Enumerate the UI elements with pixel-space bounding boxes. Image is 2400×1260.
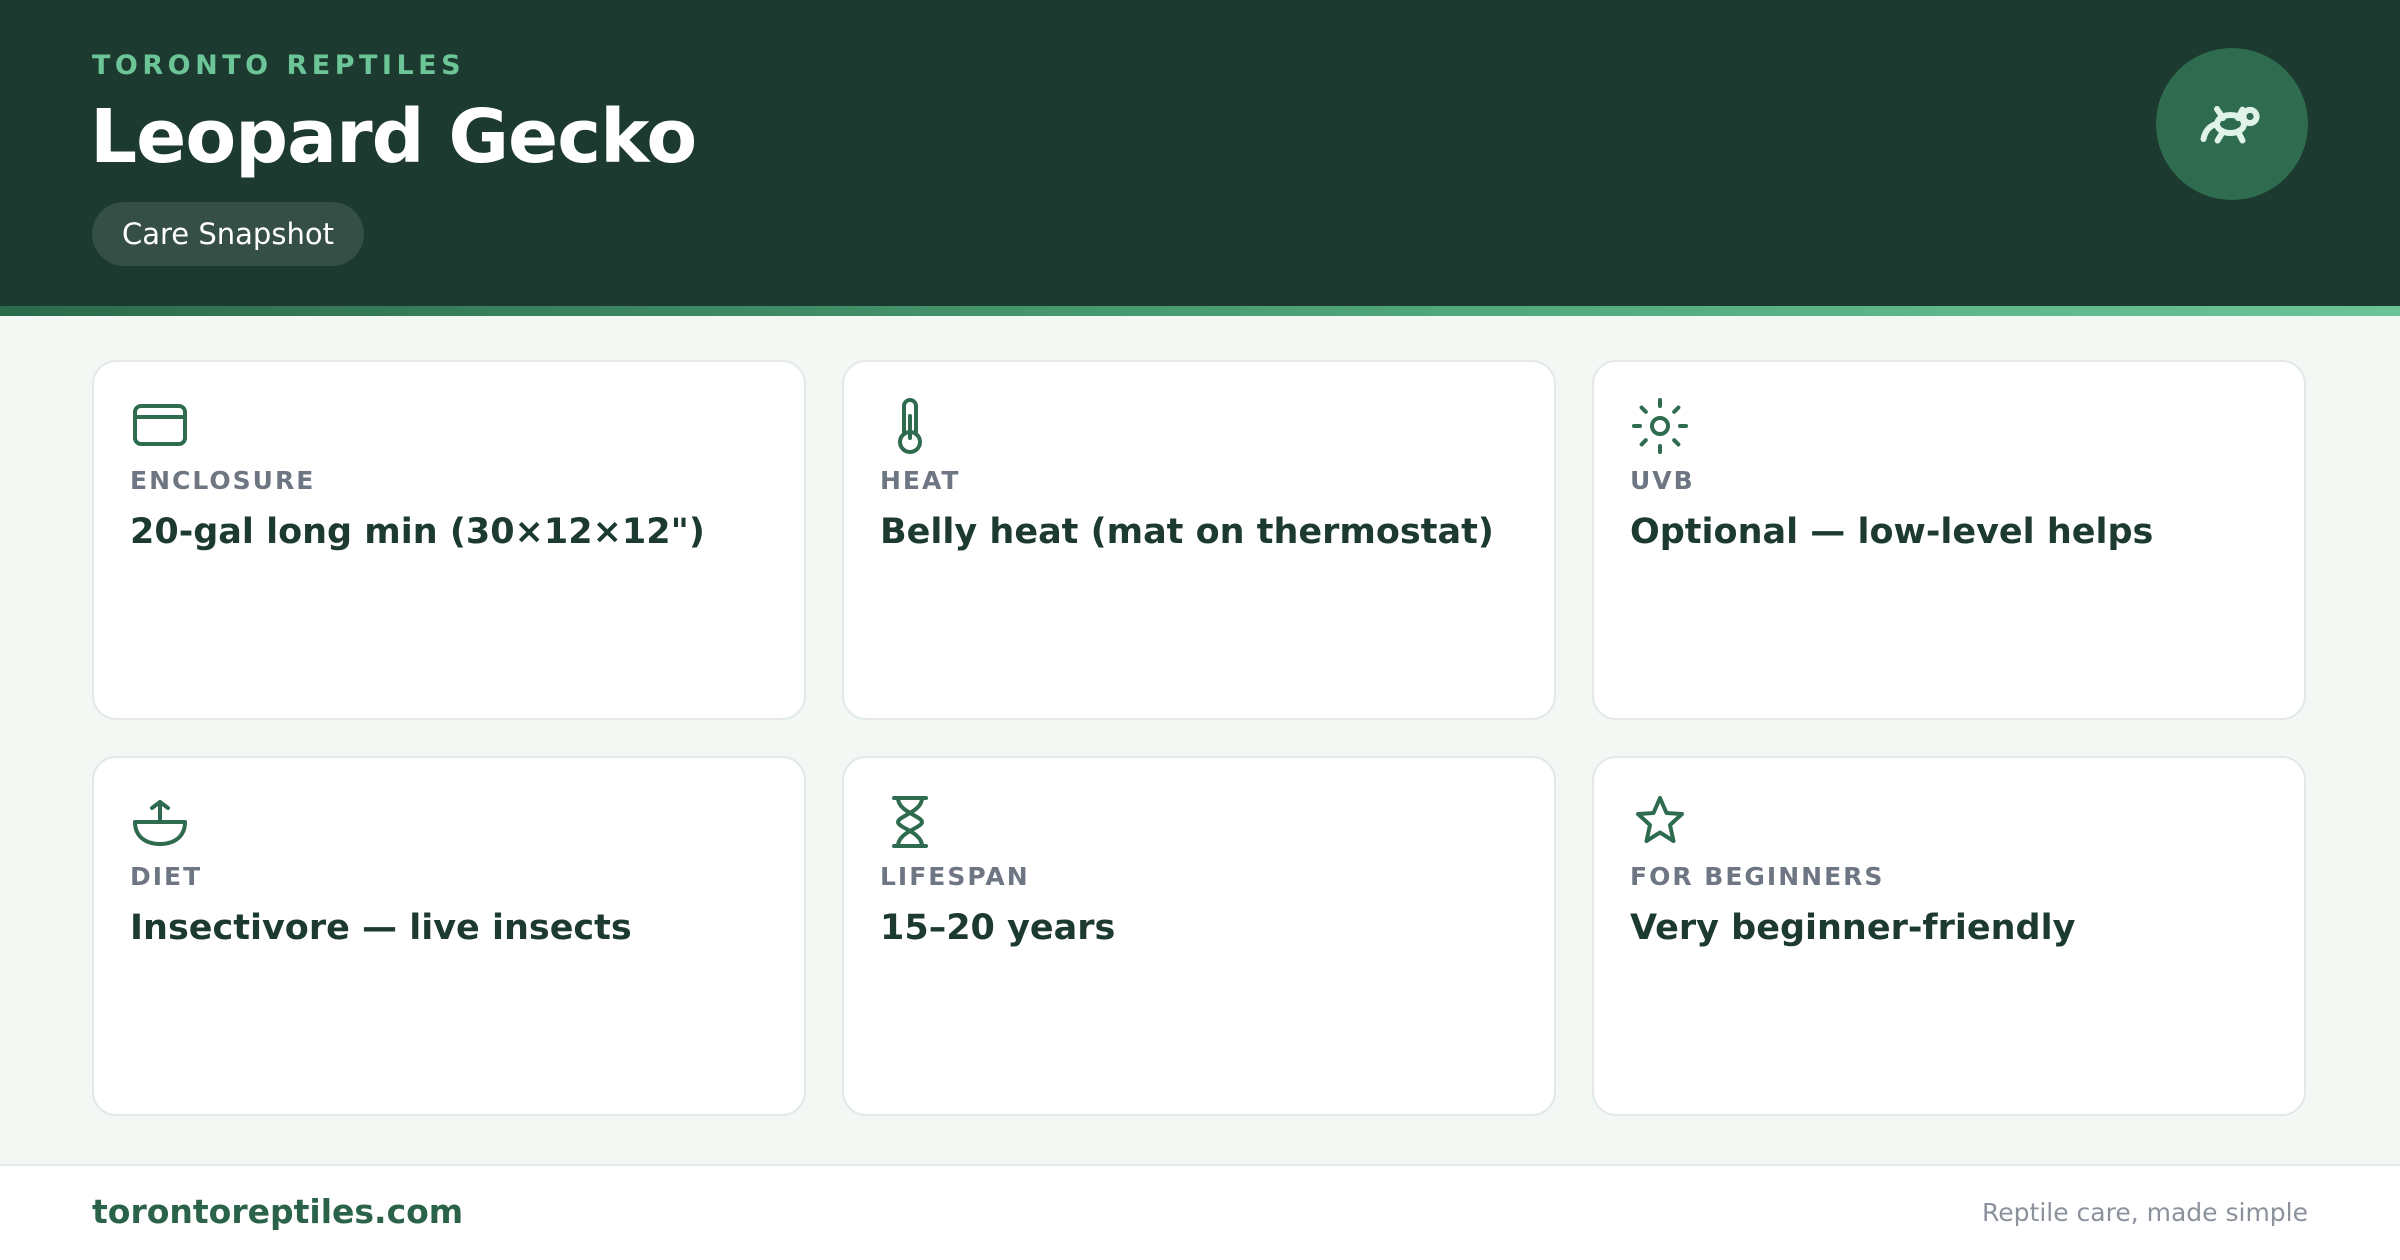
gecko-icon bbox=[2200, 106, 2260, 144]
card-label: UVB bbox=[1630, 466, 1695, 495]
card-uvb: UVB Optional — low-level helps bbox=[1592, 360, 2306, 720]
card-value: 15–20 years bbox=[880, 908, 1116, 948]
header-accent-stripe bbox=[0, 306, 2400, 316]
care-snapshot-badge: Care Snapshot bbox=[92, 202, 364, 266]
page-footer: torontoreptiles.com Reptile care, made s… bbox=[0, 1164, 2400, 1260]
card-label: LIFESPAN bbox=[880, 862, 1030, 891]
footer-tagline: Reptile care, made simple bbox=[1982, 1198, 2308, 1227]
card-value: 20-gal long min (30×12×12") bbox=[130, 512, 705, 552]
page-header: TORONTO REPTILES Leopard Gecko Care Snap… bbox=[0, 0, 2400, 306]
brand-name: TORONTO REPTILES bbox=[92, 50, 466, 81]
thermometer-icon bbox=[898, 398, 922, 454]
card-enclosure: ENCLOSURE 20-gal long min (30×12×12") bbox=[92, 360, 806, 720]
hourglass-icon bbox=[892, 796, 928, 848]
card-label: DIET bbox=[130, 862, 203, 891]
card-value: Optional — low-level helps bbox=[1630, 512, 2154, 552]
card-diet: DIET Insectivore — live insects bbox=[92, 756, 806, 1116]
card-label: FOR BEGINNERS bbox=[1630, 862, 1885, 891]
card-lifespan: LIFESPAN 15–20 years bbox=[842, 756, 1556, 1116]
enclosure-icon bbox=[133, 404, 187, 446]
card-for-beginners: FOR BEGINNERS Very beginner-friendly bbox=[1592, 756, 2306, 1116]
card-heat: HEAT Belly heat (mat on thermostat) bbox=[842, 360, 1556, 720]
card-label: ENCLOSURE bbox=[130, 466, 316, 495]
page-title: Leopard Gecko bbox=[90, 94, 697, 180]
star-icon bbox=[1636, 796, 1684, 843]
bowl-icon bbox=[133, 800, 187, 846]
footer-site-link[interactable]: torontoreptiles.com bbox=[92, 1192, 463, 1231]
card-value: Very beginner-friendly bbox=[1630, 908, 2076, 948]
card-value: Belly heat (mat on thermostat) bbox=[880, 512, 1494, 552]
card-value: Insectivore — live insects bbox=[130, 908, 632, 948]
logo-badge bbox=[2156, 48, 2308, 200]
sun-icon bbox=[1632, 398, 1688, 454]
card-label: HEAT bbox=[880, 466, 961, 495]
